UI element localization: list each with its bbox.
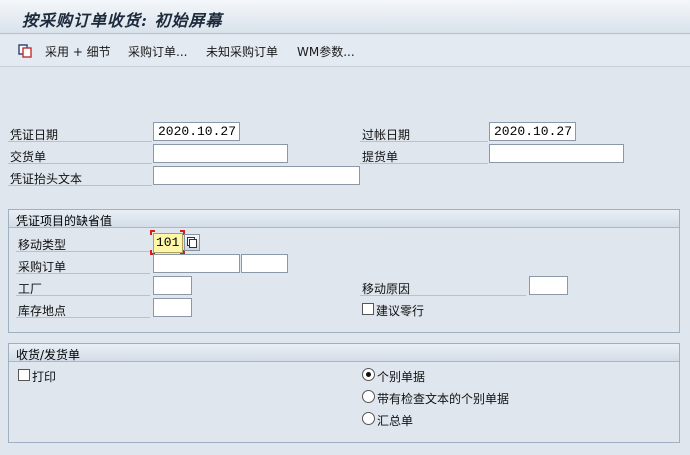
po-input[interactable]	[153, 254, 240, 273]
divider	[8, 163, 152, 164]
divider	[16, 273, 150, 274]
divider	[360, 141, 488, 142]
divider	[360, 163, 488, 164]
copy-icon[interactable]	[18, 44, 32, 58]
plant-input[interactable]	[153, 276, 192, 295]
divider	[8, 185, 152, 186]
group-header: 凭证项目的缺省值	[9, 210, 679, 228]
post-date-input[interactable]: 2020.10.27	[489, 122, 576, 141]
collective-slip-label: 汇总单	[377, 414, 414, 428]
wm-parameters-button[interactable]: WM参数...	[297, 43, 355, 60]
group-title: 凭证项目的缺省值	[16, 214, 113, 228]
window-title: 按采购订单收货: 初始屏幕	[22, 11, 223, 30]
movement-type-input[interactable]: 101	[153, 233, 183, 253]
individual-slip-label: 个别单据	[377, 370, 426, 384]
individual-slip-check-text-radio[interactable]	[362, 390, 375, 403]
value-help-icon	[187, 237, 197, 248]
goods-slip-group: 收货/发货单	[8, 343, 680, 443]
divider	[360, 295, 526, 296]
header-text-input[interactable]	[153, 166, 360, 185]
print-label: 打印	[32, 370, 57, 384]
individual-slip-check-text-label: 带有检查文本的个别单据	[377, 392, 510, 406]
unknown-po-button[interactable]: 未知采购订单	[206, 43, 278, 60]
suggest-zero-lines-checkbox[interactable]	[362, 303, 374, 315]
movement-reason-input[interactable]	[529, 276, 568, 295]
storage-location-input[interactable]	[153, 298, 192, 317]
purchase-order-button[interactable]: 采购订单...	[128, 43, 187, 60]
focus-corner	[150, 230, 155, 235]
individual-slip-radio[interactable]	[362, 368, 375, 381]
suggest-zero-lines-label: 建议零行	[376, 304, 425, 318]
delivery-note-input[interactable]	[153, 144, 288, 163]
bill-of-lading-input[interactable]	[489, 144, 624, 163]
print-checkbox[interactable]	[18, 369, 30, 381]
adopt-details-button[interactable]: 采用 + 细节	[45, 43, 111, 60]
po-item-input[interactable]	[241, 254, 288, 273]
divider	[16, 295, 150, 296]
group-title: 收货/发货单	[16, 348, 81, 362]
divider	[8, 141, 152, 142]
divider	[16, 251, 150, 252]
title-bar: 按采购订单收货: 初始屏幕	[0, 0, 690, 34]
application-toolbar: 采用 + 细节 采购订单... 未知采购订单 WM参数...	[0, 35, 690, 67]
collective-slip-radio[interactable]	[362, 412, 375, 425]
divider	[16, 317, 150, 318]
group-header: 收货/发货单	[9, 344, 679, 362]
item-defaults-group: 凭证项目的缺省值	[8, 209, 680, 333]
value-help-button[interactable]	[184, 234, 200, 251]
doc-date-input[interactable]: 2020.10.27	[153, 122, 240, 141]
